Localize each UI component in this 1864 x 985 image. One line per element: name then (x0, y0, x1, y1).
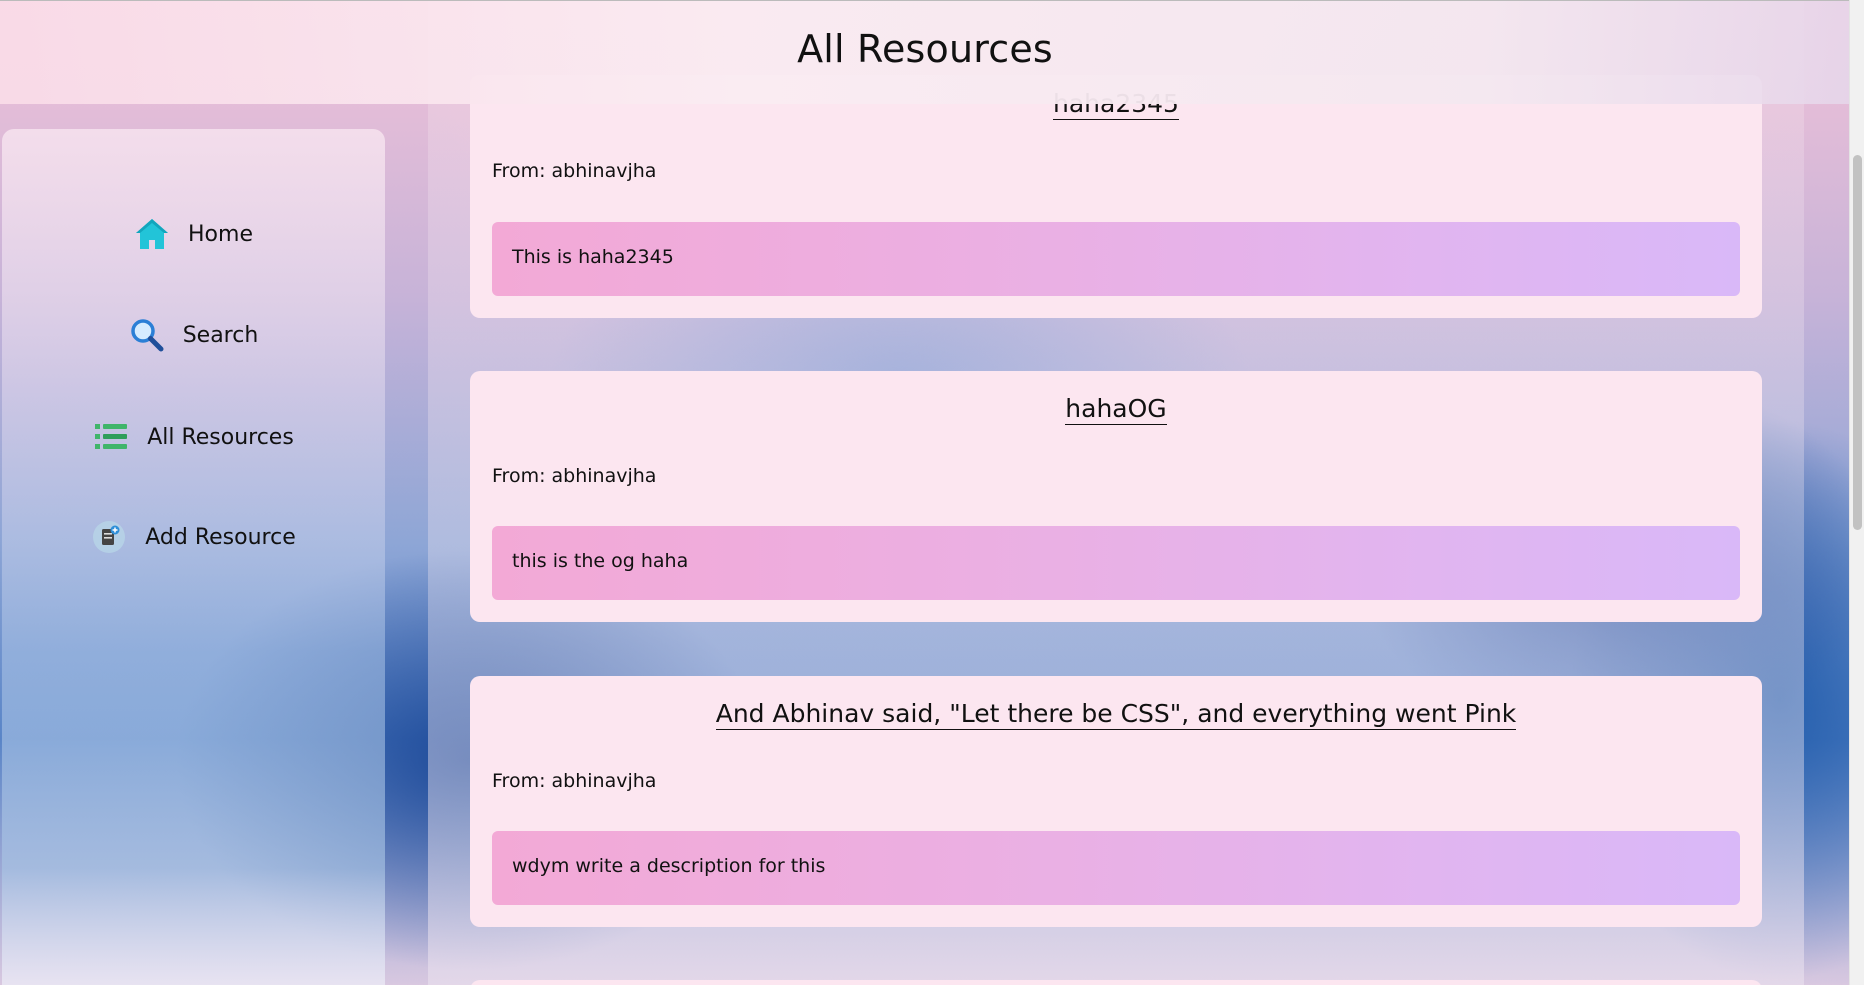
resource-title: hahaOG (470, 394, 1762, 425)
resource-card: hahaOG From: abhinavjha this is the og h… (470, 371, 1762, 622)
resource-title: And Abhinav said, "Let there be CSS", an… (470, 699, 1762, 730)
list-icon (93, 419, 129, 455)
page-header: All Resources (0, 0, 1850, 104)
resource-description: This is haha2345 (512, 246, 674, 268)
resource-author: From: abhinavjha (492, 770, 657, 792)
sidebar-item-label: All Resources (147, 424, 294, 450)
sidebar-item-all-resources[interactable]: All Resources (2, 412, 385, 462)
sidebar: Home Search All Resources Add Resource (2, 129, 385, 985)
resource-card: And Abhinav said, "Let there be CSS", an… (470, 676, 1762, 927)
resource-description-box: wdym write a description for this (492, 831, 1740, 905)
scrollbar-thumb[interactable] (1853, 155, 1862, 530)
sidebar-item-label: Search (182, 322, 259, 348)
page-scrollbar[interactable] (1849, 0, 1864, 985)
resource-author: From: abhinavjha (492, 465, 657, 487)
resource-description: this is the og haha (512, 550, 689, 572)
sidebar-item-home[interactable]: Home (2, 209, 385, 259)
resource-card: haha2345 From: abhinavjha This is haha23… (470, 75, 1762, 318)
sidebar-item-label: Add Resource (145, 524, 296, 550)
resource-description-box: This is haha2345 (492, 222, 1740, 296)
home-icon (134, 216, 170, 252)
magnifier-icon (129, 317, 165, 353)
sidebar-item-search[interactable]: Search (2, 310, 385, 360)
resource-author: From: abhinavjha (492, 160, 657, 182)
resource-card-partial (470, 980, 1762, 985)
resource-description-box: this is the og haha (492, 526, 1740, 600)
add-document-icon (91, 519, 127, 555)
page-title: All Resources (797, 27, 1053, 71)
resource-title-link[interactable]: And Abhinav said, "Let there be CSS", an… (715, 699, 1517, 730)
resource-title-link[interactable]: hahaOG (1065, 394, 1167, 425)
resource-description: wdym write a description for this (512, 855, 826, 877)
sidebar-item-label: Home (188, 221, 253, 247)
sidebar-item-add-resource[interactable]: Add Resource (2, 512, 385, 562)
